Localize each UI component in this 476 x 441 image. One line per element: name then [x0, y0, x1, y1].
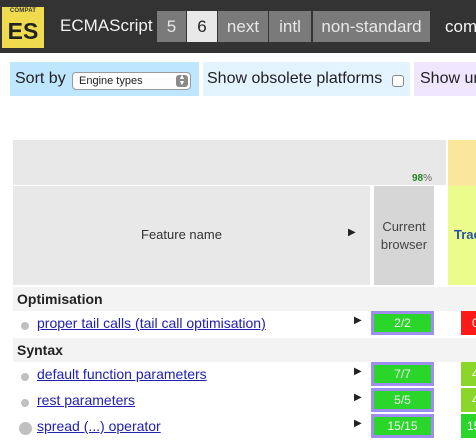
- select-arrows-icon: ▲ ▼: [176, 74, 188, 87]
- current-browser-header: Current browser: [374, 218, 434, 254]
- tab-non-standard[interactable]: non-standard: [313, 11, 430, 42]
- feature-link[interactable]: default function parameters: [37, 365, 207, 383]
- feature-link[interactable]: spread (...) operator: [37, 417, 161, 435]
- score-unit: %: [423, 173, 433, 184]
- obsolete-platforms-checkbox[interactable]: [392, 75, 404, 87]
- section-heading: Optimisation: [13, 287, 476, 311]
- feature-name-header: Feature name: [141, 227, 222, 242]
- sort-select[interactable]: Engine types ▲ ▼: [72, 72, 191, 90]
- table-row: proper tail calls (tail call optimisatio…: [13, 311, 476, 335]
- tab-es6[interactable]: 6: [187, 11, 217, 42]
- score-number: 98: [412, 173, 424, 184]
- next-browser-result: 15: [461, 414, 476, 438]
- next-browser-header[interactable]: Trac: [454, 227, 476, 242]
- current-browser-line1: Current: [382, 219, 426, 234]
- feature-status-dot-icon: [21, 322, 29, 330]
- obsolete-platforms-label: Show obsolete platforms: [207, 70, 383, 87]
- feature-status-dot-icon: [21, 373, 29, 381]
- section-heading: Syntax: [13, 338, 476, 362]
- expand-triangle-icon[interactable]: ▶: [354, 315, 362, 326]
- unstable-platforms-control: Show un: [414, 62, 476, 96]
- current-browser-line2: browser: [380, 237, 428, 252]
- expand-all-triangle-icon[interactable]: ▶: [348, 227, 356, 238]
- expand-triangle-icon[interactable]: ▶: [354, 418, 362, 429]
- expand-triangle-icon[interactable]: ▶: [354, 366, 362, 377]
- sort-control: Sort by Engine types ▲ ▼: [10, 62, 199, 96]
- next-browser-result: 0: [461, 311, 476, 335]
- section-heading-label: Syntax: [17, 342, 63, 358]
- feature-link[interactable]: rest parameters: [37, 391, 135, 409]
- top-navigation-bar: COMPAT ES ECMAScript 5 6 next intl non-s…: [0, 0, 476, 53]
- current-browser-score: 98%: [412, 173, 432, 185]
- sort-label: Sort by: [15, 70, 66, 87]
- brand-title: ECMAScript: [60, 16, 153, 35]
- next-browser-result: 4: [461, 388, 476, 412]
- tab-intl[interactable]: intl: [269, 11, 311, 42]
- feature-link[interactable]: proper tail calls (tail call optimisatio…: [37, 314, 266, 332]
- logo-es-text: ES: [7, 18, 39, 44]
- tab-compilers[interactable]: com: [445, 11, 476, 42]
- logo-compat-text: COMPAT: [9, 8, 37, 14]
- tab-es5[interactable]: 5: [157, 11, 186, 42]
- table-row: default function parameters ▶ 7/7 4: [13, 362, 476, 386]
- current-browser-result: 2/2: [371, 311, 434, 335]
- feature-status-dot-icon: [19, 422, 32, 435]
- es-logo[interactable]: COMPAT ES: [2, 7, 44, 48]
- feature-status-dot-icon: [21, 399, 29, 407]
- obsolete-platforms-control: Show obsolete platforms: [203, 62, 410, 96]
- next-browser-result: 4: [461, 362, 476, 386]
- table-row: rest parameters ▶ 5/5 4: [13, 388, 476, 412]
- sort-select-value: Engine types: [79, 75, 143, 87]
- current-browser-result: 15/15: [371, 414, 434, 438]
- table-row: spread (...) operator ▶ 15/15 15: [13, 414, 476, 438]
- unstable-platforms-label[interactable]: Show un: [420, 68, 476, 90]
- table-header-band: [13, 140, 446, 185]
- current-browser-result: 7/7: [371, 362, 434, 386]
- current-browser-result: 5/5: [371, 388, 434, 412]
- expand-triangle-icon[interactable]: ▶: [354, 392, 362, 403]
- section-heading-label: Optimisation: [17, 291, 103, 307]
- tab-next[interactable]: next: [218, 11, 268, 42]
